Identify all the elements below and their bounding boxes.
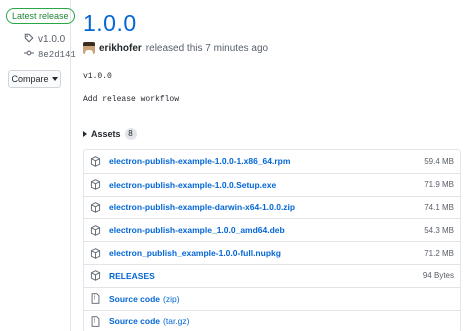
release-sidebar: Latest release v1.0.0 8e2d141 Compare <box>0 0 76 331</box>
package-icon <box>90 247 101 259</box>
author-link[interactable]: erikhofer <box>99 43 142 54</box>
triangle-down-icon <box>83 131 87 137</box>
compare-label: Compare <box>11 74 49 84</box>
latest-release-badge: Latest release <box>6 8 75 24</box>
asset-row[interactable]: electron-publish-example-darwin-x64-1.0.… <box>84 195 460 219</box>
asset-size: 54.3 MB <box>424 225 454 235</box>
assets-label: Assets <box>91 129 121 139</box>
assets-list: electron-publish-example-1.0.0-1.x86_64.… <box>83 149 461 331</box>
package-icon <box>90 224 101 236</box>
asset-row[interactable]: RELEASES 94 Bytes <box>84 263 460 287</box>
commit-sha: 8e2d141 <box>38 49 76 60</box>
asset-link[interactable]: electron_publish_example-1.0.0-full.nupk… <box>109 248 281 258</box>
asset-link[interactable]: electron-publish-example-1.0.0-1.x86_64.… <box>109 156 290 166</box>
asset-row[interactable]: electron-publish-example_1.0.0_amd64.deb… <box>84 218 460 241</box>
source-code-link[interactable]: Source code <box>109 294 160 304</box>
package-icon <box>90 270 101 282</box>
release-commit[interactable]: 8e2d141 <box>24 48 76 61</box>
file-zip-icon <box>90 293 101 304</box>
release-title[interactable]: 1.0.0 <box>83 10 137 37</box>
tag-icon <box>24 33 34 46</box>
assets-toggle[interactable]: Assets 8 <box>83 128 137 140</box>
release-body-message: Add release workflow <box>83 95 180 104</box>
package-icon <box>90 156 101 167</box>
package-icon <box>90 179 101 190</box>
tag-label: v1.0.0 <box>38 34 66 45</box>
compare-button[interactable]: Compare <box>8 70 61 88</box>
released-text: released this 7 minutes ago <box>145 42 269 54</box>
asset-size: 71.2 MB <box>424 248 454 258</box>
release-author-row: erikhofer released this 7 minutes ago <box>83 42 268 54</box>
source-row[interactable]: Source code (zip) <box>84 286 460 310</box>
asset-link[interactable]: electron-publish-example-1.0.0.Setup.exe <box>109 180 276 190</box>
asset-size: 74.1 MB <box>424 202 454 212</box>
file-zip-icon <box>90 316 101 327</box>
asset-row[interactable]: electron-publish-example-1.0.0.Setup.exe… <box>84 172 460 196</box>
asset-link[interactable]: electron-publish-example-darwin-x64-1.0.… <box>109 202 295 212</box>
asset-size: 71.9 MB <box>424 180 454 190</box>
source-format[interactable]: (zip) <box>163 294 180 304</box>
source-code-link[interactable]: Source code <box>109 316 160 326</box>
asset-link[interactable]: electron-publish-example_1.0.0_amd64.deb <box>109 225 285 235</box>
asset-size: 94 Bytes <box>422 271 454 281</box>
release-body-version: v1.0.0 <box>83 72 112 81</box>
release-main: 1.0.0 erikhofer released this 7 minutes … <box>83 0 469 331</box>
source-row[interactable]: Source code (tar.gz) <box>84 309 460 331</box>
chevron-down-icon <box>51 77 58 81</box>
git-commit-icon <box>24 48 34 61</box>
asset-link[interactable]: RELEASES <box>109 271 155 281</box>
asset-row[interactable]: electron-publish-example-1.0.0-1.x86_64.… <box>84 150 460 173</box>
assets-count-badge: 8 <box>124 128 137 140</box>
source-format[interactable]: (tar.gz) <box>163 316 189 326</box>
asset-size: 59.4 MB <box>424 156 454 166</box>
avatar[interactable] <box>83 42 95 54</box>
release-tag[interactable]: v1.0.0 <box>24 33 65 46</box>
asset-row[interactable]: electron_publish_example-1.0.0-full.nupk… <box>84 241 460 264</box>
package-icon <box>90 202 101 213</box>
